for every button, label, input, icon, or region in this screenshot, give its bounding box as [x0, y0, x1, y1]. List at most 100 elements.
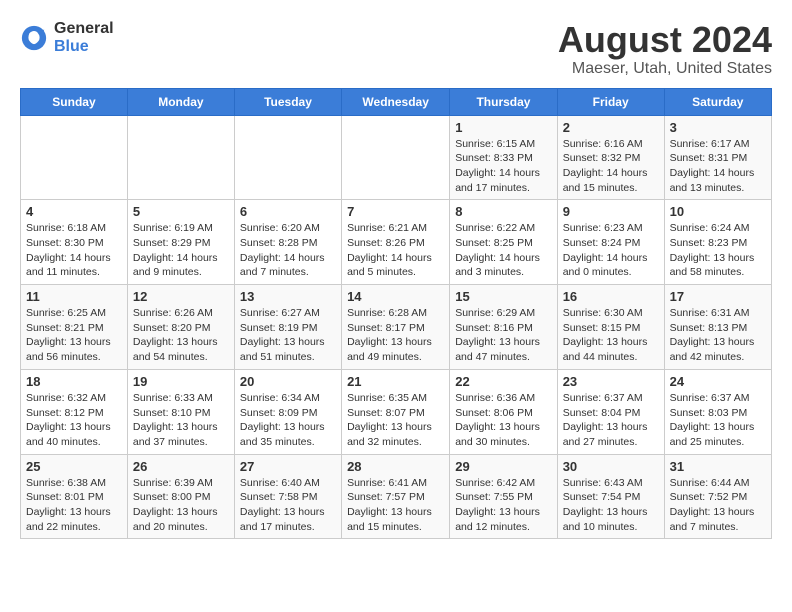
page-header: General Blue August 2024 Maeser, Utah, U…	[20, 20, 772, 78]
day-number: 13	[240, 289, 336, 304]
day-number: 15	[455, 289, 551, 304]
day-number: 10	[670, 204, 766, 219]
month-year-title: August 2024	[558, 20, 772, 60]
day-number: 2	[563, 120, 659, 135]
calendar-cell: 9Sunrise: 6:23 AM Sunset: 8:24 PM Daylig…	[557, 200, 664, 285]
day-number: 11	[26, 289, 122, 304]
calendar-cell: 11Sunrise: 6:25 AM Sunset: 8:21 PM Dayli…	[21, 285, 128, 370]
day-of-week-header: Saturday	[664, 88, 771, 115]
logo-text: General Blue	[54, 20, 114, 55]
day-number: 9	[563, 204, 659, 219]
calendar-cell: 22Sunrise: 6:36 AM Sunset: 8:06 PM Dayli…	[450, 369, 557, 454]
calendar-cell: 5 Sunrise: 6:19 AM Sunset: 8:29 PM Daylig…	[127, 200, 234, 285]
calendar-cell: 10 Sunrise: 6:24 AM Sunset: 8:23 PM Dayli…	[664, 200, 771, 285]
day-of-week-header: Wednesday	[342, 88, 450, 115]
day-number: 5	[133, 204, 229, 219]
day-number: 24	[670, 374, 766, 389]
calendar-cell: 8 Sunrise: 6:22 AM Sunset: 8:25 PM Daylig…	[450, 200, 557, 285]
calendar-cell: 28Sunrise: 6:41 AM Sunset: 7:57 PM Dayli…	[342, 454, 450, 539]
day-number: 4	[26, 204, 122, 219]
day-info: Sunrise: 6:35 AM Sunset: 8:07 PM Dayligh…	[347, 391, 444, 450]
calendar-cell: 21 Sunrise: 6:35 AM Sunset: 8:07 PM Dayli…	[342, 369, 450, 454]
day-info: Sunrise: 6:28 AM Sunset: 8:17 PM Dayligh…	[347, 306, 444, 365]
calendar-body: 1 Sunrise: 6:15 AM Sunset: 8:33 PM Daylig…	[21, 115, 772, 539]
day-number: 27	[240, 459, 336, 474]
day-info: Sunrise: 6:34 AM Sunset: 8:09 PM Dayligh…	[240, 391, 336, 450]
calendar-week-row: 25 Sunrise: 6:38 AM Sunset: 8:01 PM Dayli…	[21, 454, 772, 539]
calendar-cell: 24Sunrise: 6:37 AM Sunset: 8:03 PM Dayli…	[664, 369, 771, 454]
day-info: Sunrise: 6:37 AM Sunset: 8:04 PM Dayligh…	[563, 391, 659, 450]
calendar-cell	[342, 115, 450, 200]
day-number: 21	[347, 374, 444, 389]
logo-blue-text: Blue	[54, 38, 114, 56]
day-info: Sunrise: 6:32 AM Sunset: 8:12 PM Dayligh…	[26, 391, 122, 450]
calendar-cell: 17Sunrise: 6:31 AM Sunset: 8:13 PM Dayli…	[664, 285, 771, 370]
day-of-week-header: Thursday	[450, 88, 557, 115]
day-info: Sunrise: 6:19 AM Sunset: 8:29 PM Dayligh…	[133, 221, 229, 280]
day-info: Sunrise: 6:22 AM Sunset: 8:25 PM Dayligh…	[455, 221, 551, 280]
day-number: 8	[455, 204, 551, 219]
title-block: August 2024 Maeser, Utah, United States	[558, 20, 772, 78]
day-info: Sunrise: 6:38 AM Sunset: 8:01 PM Dayligh…	[26, 476, 122, 535]
day-number: 12	[133, 289, 229, 304]
calendar-cell	[127, 115, 234, 200]
calendar-cell: 19Sunrise: 6:33 AM Sunset: 8:10 PM Dayli…	[127, 369, 234, 454]
day-info: Sunrise: 6:18 AM Sunset: 8:30 PM Dayligh…	[26, 221, 122, 280]
day-info: Sunrise: 6:20 AM Sunset: 8:28 PM Dayligh…	[240, 221, 336, 280]
day-info: Sunrise: 6:29 AM Sunset: 8:16 PM Dayligh…	[455, 306, 551, 365]
day-number: 20	[240, 374, 336, 389]
day-info: Sunrise: 6:15 AM Sunset: 8:33 PM Dayligh…	[455, 137, 551, 196]
day-number: 31	[670, 459, 766, 474]
calendar-cell: 29 Sunrise: 6:42 AM Sunset: 7:55 PM Dayli…	[450, 454, 557, 539]
day-info: Sunrise: 6:40 AM Sunset: 7:58 PM Dayligh…	[240, 476, 336, 535]
calendar-cell: 6 Sunrise: 6:20 AM Sunset: 8:28 PM Daylig…	[234, 200, 341, 285]
calendar-cell: 23Sunrise: 6:37 AM Sunset: 8:04 PM Dayli…	[557, 369, 664, 454]
calendar-cell: 1 Sunrise: 6:15 AM Sunset: 8:33 PM Daylig…	[450, 115, 557, 200]
logo-general-text: General	[54, 20, 114, 38]
day-info: Sunrise: 6:42 AM Sunset: 7:55 PM Dayligh…	[455, 476, 551, 535]
calendar-cell: 4 Sunrise: 6:18 AM Sunset: 8:30 PM Daylig…	[21, 200, 128, 285]
calendar-cell: 15 Sunrise: 6:29 AM Sunset: 8:16 PM Dayli…	[450, 285, 557, 370]
day-number: 19	[133, 374, 229, 389]
calendar-header: SundayMondayTuesdayWednesdayThursdayFrid…	[21, 88, 772, 115]
day-number: 7	[347, 204, 444, 219]
day-of-week-header: Sunday	[21, 88, 128, 115]
day-of-week-header: Tuesday	[234, 88, 341, 115]
calendar-cell	[21, 115, 128, 200]
day-number: 3	[670, 120, 766, 135]
logo-icon	[20, 24, 48, 52]
day-info: Sunrise: 6:16 AM Sunset: 8:32 PM Dayligh…	[563, 137, 659, 196]
calendar-week-row: 18 Sunrise: 6:32 AM Sunset: 8:12 PM Dayli…	[21, 369, 772, 454]
day-info: Sunrise: 6:24 AM Sunset: 8:23 PM Dayligh…	[670, 221, 766, 280]
day-number: 18	[26, 374, 122, 389]
day-number: 26	[133, 459, 229, 474]
day-info: Sunrise: 6:39 AM Sunset: 8:00 PM Dayligh…	[133, 476, 229, 535]
calendar-week-row: 1 Sunrise: 6:15 AM Sunset: 8:33 PM Daylig…	[21, 115, 772, 200]
calendar-cell: 31Sunrise: 6:44 AM Sunset: 7:52 PM Dayli…	[664, 454, 771, 539]
day-of-week-header: Friday	[557, 88, 664, 115]
day-number: 25	[26, 459, 122, 474]
day-number: 29	[455, 459, 551, 474]
calendar-cell: 13 Sunrise: 6:27 AM Sunset: 8:19 PM Dayli…	[234, 285, 341, 370]
calendar-week-row: 4 Sunrise: 6:18 AM Sunset: 8:30 PM Daylig…	[21, 200, 772, 285]
day-number: 30	[563, 459, 659, 474]
day-info: Sunrise: 6:26 AM Sunset: 8:20 PM Dayligh…	[133, 306, 229, 365]
calendar-cell: 20 Sunrise: 6:34 AM Sunset: 8:09 PM Dayli…	[234, 369, 341, 454]
calendar-cell: 12 Sunrise: 6:26 AM Sunset: 8:20 PM Dayli…	[127, 285, 234, 370]
day-info: Sunrise: 6:27 AM Sunset: 8:19 PM Dayligh…	[240, 306, 336, 365]
calendar-cell: 18 Sunrise: 6:32 AM Sunset: 8:12 PM Dayli…	[21, 369, 128, 454]
day-number: 1	[455, 120, 551, 135]
day-info: Sunrise: 6:30 AM Sunset: 8:15 PM Dayligh…	[563, 306, 659, 365]
day-info: Sunrise: 6:36 AM Sunset: 8:06 PM Dayligh…	[455, 391, 551, 450]
day-number: 17	[670, 289, 766, 304]
calendar-cell: 2 Sunrise: 6:16 AM Sunset: 8:32 PM Daylig…	[557, 115, 664, 200]
day-info: Sunrise: 6:21 AM Sunset: 8:26 PM Dayligh…	[347, 221, 444, 280]
calendar-cell: 16Sunrise: 6:30 AM Sunset: 8:15 PM Dayli…	[557, 285, 664, 370]
day-info: Sunrise: 6:17 AM Sunset: 8:31 PM Dayligh…	[670, 137, 766, 196]
calendar-cell: 30Sunrise: 6:43 AM Sunset: 7:54 PM Dayli…	[557, 454, 664, 539]
day-number: 14	[347, 289, 444, 304]
day-number: 6	[240, 204, 336, 219]
day-of-week-header: Monday	[127, 88, 234, 115]
location-text: Maeser, Utah, United States	[558, 60, 772, 78]
calendar-cell: 25 Sunrise: 6:38 AM Sunset: 8:01 PM Dayli…	[21, 454, 128, 539]
